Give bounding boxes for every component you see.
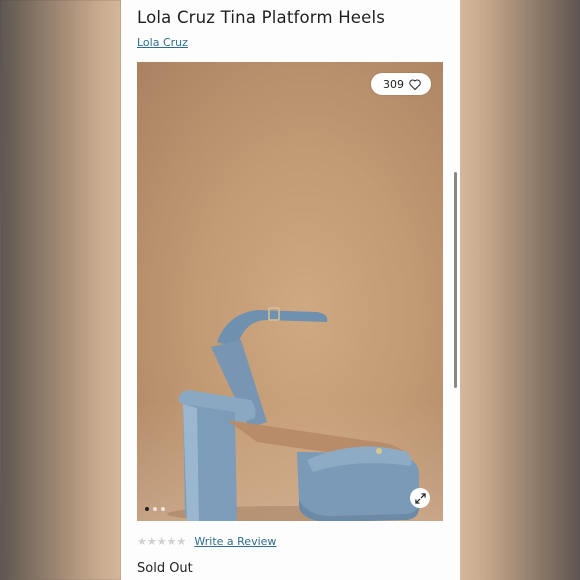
background-blur-left [0,0,121,580]
star-icon: ★ [166,535,177,548]
heart-icon [409,79,421,90]
rating-row: ★ ★ ★ ★ ★ Write a Review [137,535,276,548]
write-review-link[interactable]: Write a Review [194,535,276,548]
carousel-dot[interactable] [153,507,157,511]
carousel-dot[interactable] [161,507,165,511]
background-blur-right [460,0,580,580]
stock-status: Sold Out [137,561,193,576]
carousel-dot[interactable] [145,507,149,511]
star-icon: ★ [176,535,187,548]
product-title: Lola Cruz Tina Platform Heels [137,8,386,27]
product-panel: Lola Cruz Tina Platform Heels Lola Cruz [121,0,460,580]
expand-icon[interactable] [410,488,430,508]
star-icon: ★ [137,535,147,548]
shoe-illustration [167,307,419,521]
brand-link[interactable]: Lola Cruz [137,36,188,49]
star-icon: ★ [156,535,167,548]
product-image[interactable]: 309 [137,62,443,521]
carousel-dots [145,507,165,511]
star-icon: ★ [146,535,157,548]
like-button[interactable]: 309 [371,73,431,95]
like-count: 309 [383,77,404,91]
scrollbar[interactable] [454,172,457,388]
star-rating: ★ ★ ★ ★ ★ [137,536,186,547]
